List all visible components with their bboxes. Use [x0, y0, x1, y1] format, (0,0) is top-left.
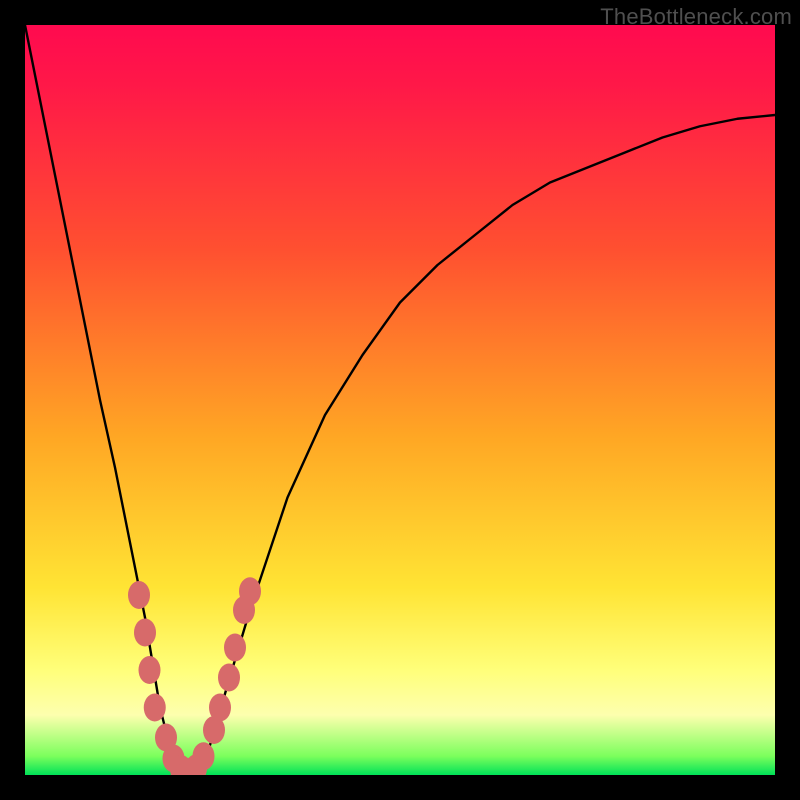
- chart-frame: TheBottleneck.com: [0, 0, 800, 800]
- marker-point: [224, 634, 246, 662]
- marker-point: [134, 619, 156, 647]
- marker-point: [144, 694, 166, 722]
- marker-group: [128, 577, 261, 775]
- marker-point: [239, 577, 261, 605]
- marker-point: [128, 581, 150, 609]
- marker-point: [209, 694, 231, 722]
- marker-point: [193, 742, 215, 770]
- marker-point: [218, 664, 240, 692]
- bottleneck-curve: [25, 25, 775, 775]
- watermark-text: TheBottleneck.com: [600, 4, 792, 30]
- marker-point: [139, 656, 161, 684]
- plot-area: [25, 25, 775, 775]
- curve-layer: [25, 25, 775, 775]
